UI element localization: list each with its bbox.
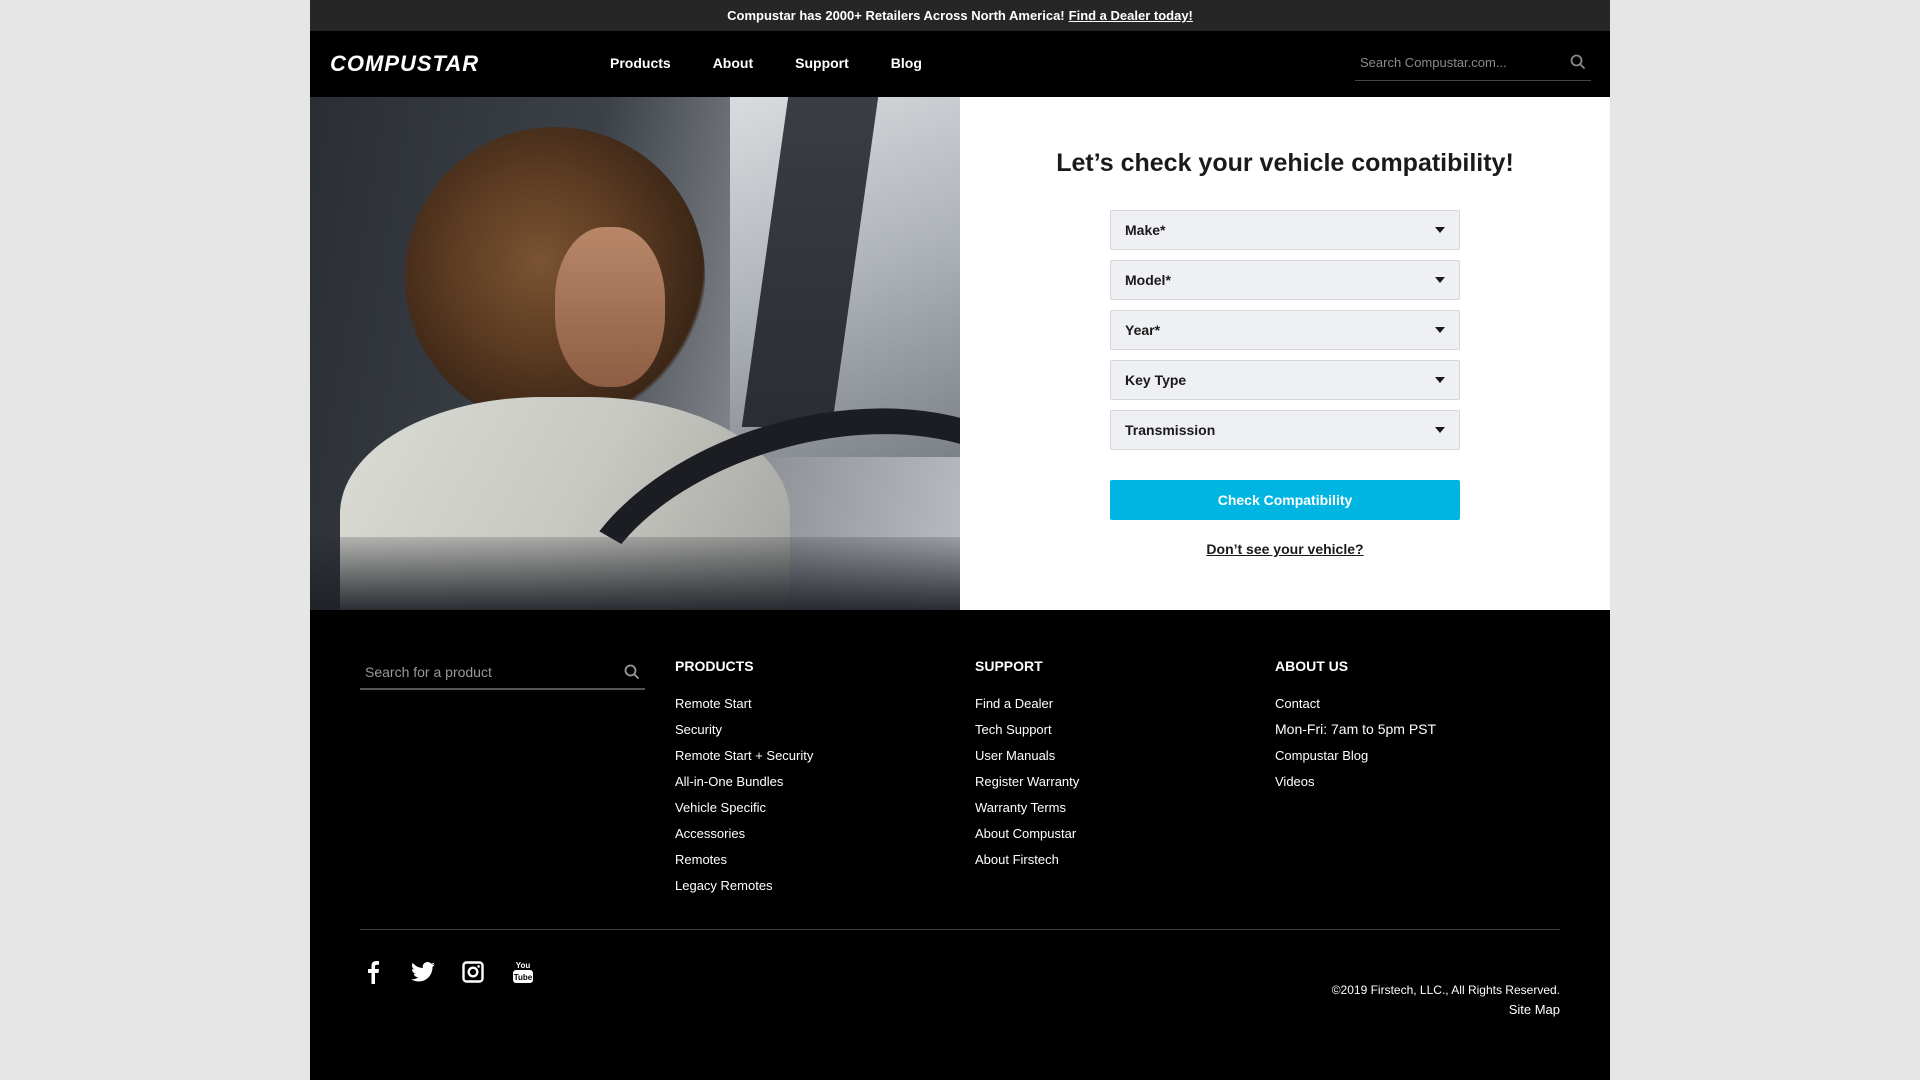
footer-support-column: SUPPORT Find a Dealer Tech Support User … bbox=[975, 658, 1079, 878]
make-select-label: Make* bbox=[1125, 222, 1166, 238]
site-map-link[interactable]: Site Map bbox=[1509, 1002, 1560, 1017]
twitter-icon[interactable] bbox=[410, 959, 436, 985]
footer-about-heading: ABOUT US bbox=[1275, 658, 1349, 674]
caret-down-icon bbox=[1435, 377, 1445, 383]
site-search-input[interactable] bbox=[1355, 54, 1569, 70]
announcement-bar: Compustar has 2000+ Retailers Across Nor… bbox=[310, 0, 1610, 31]
footer-link-vehicle-specific[interactable]: Vehicle Specific bbox=[675, 800, 813, 815]
footer-link-remotes[interactable]: Remotes bbox=[675, 852, 813, 867]
nav-blog[interactable]: Blog bbox=[891, 55, 922, 71]
footer-link-find-dealer[interactable]: Find a Dealer bbox=[975, 696, 1079, 711]
nav-support[interactable]: Support bbox=[795, 55, 849, 71]
dont-see-vehicle-link[interactable]: Don’t see your vehicle? bbox=[960, 541, 1610, 557]
search-icon[interactable] bbox=[1569, 53, 1587, 71]
caret-down-icon bbox=[1435, 427, 1445, 433]
product-search bbox=[360, 656, 645, 690]
site-search bbox=[1355, 44, 1591, 81]
find-dealer-link[interactable]: Find a Dealer today! bbox=[1069, 8, 1193, 23]
transmission-select[interactable]: Transmission bbox=[1110, 410, 1460, 450]
footer-link-all-in-one-bundles[interactable]: All-in-One Bundles bbox=[675, 774, 813, 789]
year-select[interactable]: Year* bbox=[1110, 310, 1460, 350]
footer-link-compustar-blog[interactable]: Compustar Blog bbox=[1275, 748, 1436, 763]
form-title: Let’s check your vehicle compatibility! bbox=[1056, 149, 1514, 177]
footer-link-contact[interactable]: Contact bbox=[1275, 696, 1436, 711]
footer-link-about-firstech[interactable]: About Firstech bbox=[975, 852, 1079, 867]
key-type-select-label: Key Type bbox=[1125, 372, 1187, 388]
footer-link-warranty-terms[interactable]: Warranty Terms bbox=[975, 800, 1079, 815]
footer-link-security[interactable]: Security bbox=[675, 722, 813, 737]
footer-products-column: PRODUCTS Remote Start Security Remote St… bbox=[675, 658, 813, 904]
transmission-select-label: Transmission bbox=[1125, 422, 1216, 438]
site-header: COMPUSTAR Products About Support Blog bbox=[310, 31, 1610, 97]
key-type-select[interactable]: Key Type bbox=[1110, 360, 1460, 400]
footer-link-about-compustar[interactable]: About Compustar bbox=[975, 826, 1079, 841]
footer-products-heading: PRODUCTS bbox=[675, 658, 754, 674]
make-select[interactable]: Make* bbox=[1110, 210, 1460, 250]
product-search-input[interactable] bbox=[360, 664, 623, 680]
footer-about-column: ABOUT US Contact Mon-Fri: 7am to 5pm PST… bbox=[1275, 658, 1436, 800]
copyright-text: ©2019 Firstech, LLC., All Rights Reserve… bbox=[1331, 983, 1560, 997]
social-links: You Tube bbox=[360, 959, 560, 985]
model-select[interactable]: Model* bbox=[1110, 260, 1460, 300]
year-select-label: Year* bbox=[1125, 322, 1161, 338]
search-icon[interactable] bbox=[623, 663, 641, 681]
nav-about[interactable]: About bbox=[713, 55, 753, 71]
main-nav: Products About Support Blog bbox=[610, 55, 964, 71]
footer-link-legacy-remotes[interactable]: Legacy Remotes bbox=[675, 878, 813, 893]
footer-support-heading: SUPPORT bbox=[975, 658, 1043, 674]
hero-photo-woman-driving bbox=[310, 97, 960, 610]
footer-link-videos[interactable]: Videos bbox=[1275, 774, 1436, 789]
footer-link-user-manuals[interactable]: User Manuals bbox=[975, 748, 1079, 763]
svg-text:Tube: Tube bbox=[514, 973, 533, 982]
check-compatibility-button[interactable]: Check Compatibility bbox=[1110, 480, 1460, 520]
footer-link-remote-start-security[interactable]: Remote Start + Security bbox=[675, 748, 813, 763]
footer-link-tech-support[interactable]: Tech Support bbox=[975, 722, 1079, 737]
caret-down-icon bbox=[1435, 277, 1445, 283]
announcement-text: Compustar has 2000+ Retailers Across Nor… bbox=[727, 8, 1065, 23]
instagram-icon[interactable] bbox=[460, 959, 486, 985]
footer-link-remote-start[interactable]: Remote Start bbox=[675, 696, 813, 711]
nav-products[interactable]: Products bbox=[610, 55, 671, 71]
model-select-label: Model* bbox=[1125, 272, 1171, 288]
hero: Let’s check your vehicle compatibility! … bbox=[310, 97, 1610, 610]
footer: PRODUCTS Remote Start Security Remote St… bbox=[310, 610, 1610, 1080]
compatibility-form: Let’s check your vehicle compatibility! … bbox=[960, 97, 1610, 610]
footer-divider bbox=[360, 929, 1560, 930]
caret-down-icon bbox=[1435, 327, 1445, 333]
compustar-logo[interactable]: COMPUSTAR bbox=[330, 51, 479, 77]
caret-down-icon bbox=[1435, 227, 1445, 233]
svg-text:You: You bbox=[516, 961, 531, 970]
footer-link-accessories[interactable]: Accessories bbox=[675, 826, 813, 841]
youtube-icon[interactable]: You Tube bbox=[510, 959, 536, 985]
footer-link-register-warranty[interactable]: Register Warranty bbox=[975, 774, 1079, 789]
business-hours: Mon-Fri: 7am to 5pm PST bbox=[1275, 721, 1437, 737]
facebook-icon[interactable] bbox=[360, 959, 386, 985]
page: Compustar has 2000+ Retailers Across Nor… bbox=[310, 0, 1610, 1080]
